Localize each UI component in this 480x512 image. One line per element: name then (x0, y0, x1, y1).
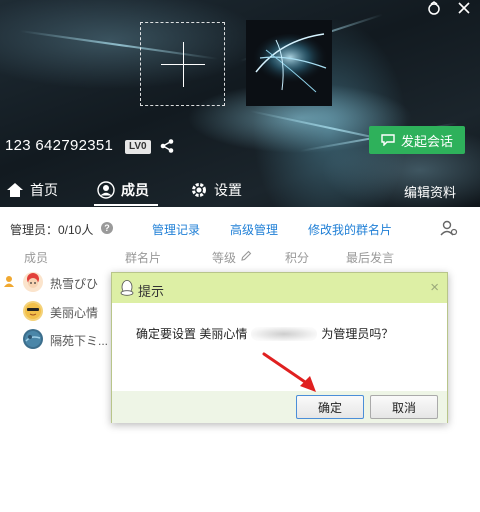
cancel-button[interactable]: 取消 (370, 395, 438, 419)
group-nav-tabs: 首页 成员 设置 编辑资料 (0, 176, 480, 206)
confirm-button[interactable]: 确定 (296, 395, 364, 419)
penguin-icon (120, 280, 134, 296)
member-name: 美丽心情 (50, 306, 99, 320)
admin-records-link[interactable]: 管理记录 (152, 221, 200, 238)
group-number: 123 642792351 (5, 137, 114, 154)
chat-bubble-icon (381, 134, 395, 146)
column-last-message[interactable]: 最后发言 (346, 249, 394, 266)
share-icon[interactable] (159, 138, 175, 154)
pencil-icon[interactable] (240, 250, 252, 265)
tab-home-label: 首页 (30, 182, 58, 198)
tab-members-label: 成员 (121, 182, 149, 198)
avatar (23, 272, 43, 292)
tab-members[interactable]: 成员 (97, 176, 149, 204)
start-chat-button[interactable]: 发起会话 (369, 126, 465, 154)
column-group-card[interactable]: 群名片 (125, 249, 161, 266)
member-name: 隔苑下ミ... (50, 334, 109, 348)
member-table-header: 成员 群名片 等级 积分 最后发言 (0, 247, 480, 267)
dialog-message-suffix: 为管理员吗？ (321, 327, 394, 341)
home-icon (7, 183, 23, 197)
confirm-dialog: 提示 × 确定要设置 美丽心情 为管理员吗？ 确定 取消 (111, 272, 448, 423)
gear-icon (192, 183, 206, 197)
edit-info-link[interactable]: 编辑资料 (404, 182, 456, 201)
plus-icon-vertical (183, 42, 184, 87)
active-tab-indicator (94, 204, 158, 206)
group-header-banner: 123 642792351 LV0 发起会话 首页 成员 设置 编辑资料 (0, 0, 480, 207)
dialog-title-bar: 提示 × (112, 273, 447, 303)
owner-icon (3, 275, 15, 287)
member-name: 热雪ぴひ (50, 277, 99, 291)
close-window-icon[interactable] (456, 0, 472, 16)
tab-settings-label: 设置 (214, 182, 242, 198)
dialog-message: 确定要设置 美丽心情 为管理员吗？ (136, 325, 393, 342)
close-icon[interactable]: × (430, 279, 439, 297)
window-controls (426, 0, 472, 16)
level-badge: LV0 (125, 140, 151, 154)
members-icon (97, 181, 115, 199)
dialog-body: 确定要设置 美丽心情 为管理员吗？ (112, 303, 447, 391)
dialog-title: 提示 (138, 284, 165, 299)
redacted-text (251, 326, 318, 341)
avatar (23, 301, 43, 321)
help-icon[interactable]: ? (101, 222, 113, 234)
admin-toolbar: 管理员：0/10人 ? 管理记录 高级管理 修改我的群名片 (0, 207, 480, 247)
column-points[interactable]: 积分 (285, 249, 309, 266)
admin-count-text: 管理员：0/10人 (10, 223, 94, 237)
column-level[interactable]: 等级 (212, 249, 236, 266)
add-photo-button[interactable] (140, 22, 225, 106)
advanced-management-link[interactable]: 高级管理 (230, 221, 278, 238)
tab-settings[interactable]: 设置 (190, 176, 242, 204)
edit-group-card-link[interactable]: 修改我的群名片 (308, 221, 392, 238)
tab-home[interactable]: 首页 (6, 176, 58, 204)
start-chat-label: 发起会话 (400, 133, 453, 149)
avatar (23, 329, 43, 349)
group-avatar[interactable] (246, 20, 332, 106)
member-settings-icon[interactable] (440, 219, 458, 237)
skin-icon[interactable] (426, 0, 442, 16)
dialog-footer: 确定 取消 (112, 391, 447, 423)
column-member[interactable]: 成员 (24, 249, 48, 266)
dialog-message-prefix: 确定要设置 美丽心情 (136, 327, 248, 341)
